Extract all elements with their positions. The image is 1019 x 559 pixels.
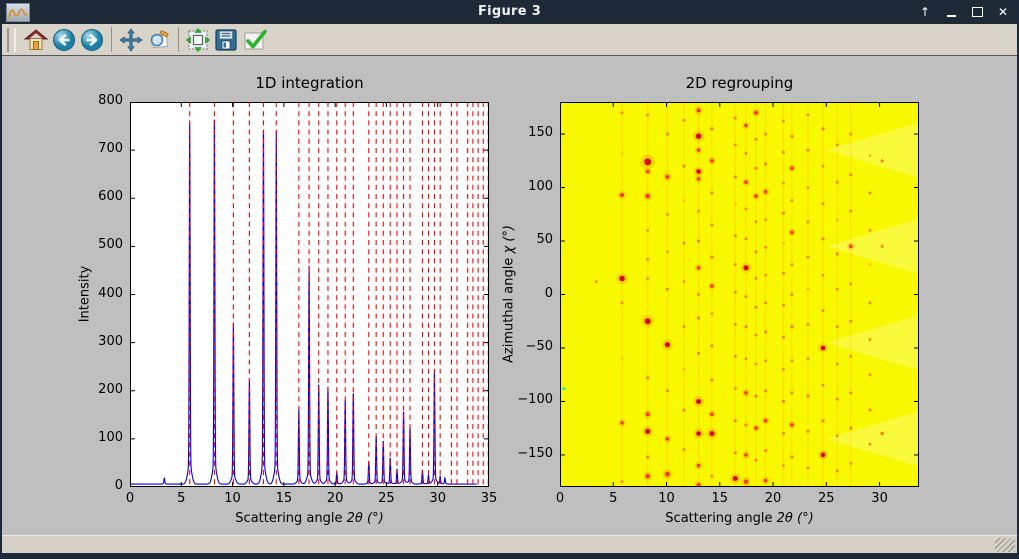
back-icon xyxy=(52,28,76,52)
x-tick-label: 35 xyxy=(481,491,498,506)
figure-canvas[interactable]: 1D integration Scattering angle 2θ (°) I… xyxy=(2,56,1017,535)
y-tick-label: 0 xyxy=(498,286,553,301)
window-controls: ↑ ✕ xyxy=(917,0,1011,24)
window-title: Figure 3 xyxy=(0,0,1019,24)
plot2-xlabel: Scattering angle 2θ (°) xyxy=(560,511,919,526)
y-tick-label: −50 xyxy=(498,339,553,354)
plot2-canvas[interactable] xyxy=(560,102,919,487)
save-icon xyxy=(214,28,238,52)
x-tick-label: 10 xyxy=(224,491,241,506)
x-tick-label: 30 xyxy=(429,491,446,506)
window-border-bottom xyxy=(0,553,1019,559)
y-tick-label: 0 xyxy=(68,478,123,493)
y-tick-label: 400 xyxy=(68,286,123,301)
pan-button[interactable] xyxy=(117,26,145,54)
matplotlib-toolbar xyxy=(2,24,1017,56)
zoom-icon xyxy=(147,28,171,52)
toolbar-separator xyxy=(111,27,112,52)
home-button[interactable] xyxy=(22,26,50,54)
y-tick-label: 800 xyxy=(68,93,123,108)
plot1-canvas[interactable] xyxy=(130,102,489,487)
forward-icon xyxy=(80,28,104,52)
figure-window: Figure 3 ↑ ✕ xyxy=(0,0,1019,559)
y-tick-label: 600 xyxy=(68,189,123,204)
x-tick-label: 30 xyxy=(871,491,888,506)
status-strip xyxy=(2,535,1017,554)
accept-button[interactable] xyxy=(240,26,268,54)
y-tick-label: −150 xyxy=(498,446,553,461)
y-tick-label: 50 xyxy=(498,232,553,247)
x-tick-label: 5 xyxy=(177,491,185,506)
window-border-left xyxy=(0,0,2,559)
toolbar-grip[interactable] xyxy=(7,28,16,52)
close-icon[interactable]: ✕ xyxy=(995,4,1011,20)
x-tick-label: 25 xyxy=(818,491,835,506)
toolbar-separator xyxy=(178,27,179,52)
plot-2d-regrouping[interactable]: 2D regrouping Scattering angle 2θ (°) Az… xyxy=(560,102,919,487)
x-tick-label: 0 xyxy=(126,491,134,506)
home-icon xyxy=(24,28,48,52)
y-tick-label: 500 xyxy=(68,237,123,252)
y-tick-label: 200 xyxy=(68,382,123,397)
forward-button[interactable] xyxy=(78,26,106,54)
x-tick-label: 20 xyxy=(765,491,782,506)
y-tick-label: 100 xyxy=(498,179,553,194)
plot2-title: 2D regrouping xyxy=(560,74,919,92)
subplots-button[interactable] xyxy=(184,26,212,54)
zoom-button[interactable] xyxy=(145,26,173,54)
pan-icon xyxy=(119,28,143,52)
y-tick-label: 100 xyxy=(68,430,123,445)
minimize-icon[interactable] xyxy=(943,4,959,20)
x-tick-label: 10 xyxy=(658,491,675,506)
plot1-xlabel: Scattering angle 2θ (°) xyxy=(130,511,489,526)
x-tick-label: 15 xyxy=(712,491,729,506)
shade-icon[interactable]: ↑ xyxy=(917,4,933,20)
x-tick-label: 5 xyxy=(609,491,617,506)
subplots-icon xyxy=(186,28,210,52)
x-tick-label: 15 xyxy=(276,491,293,506)
y-tick-label: 700 xyxy=(68,141,123,156)
plot1-title: 1D integration xyxy=(130,74,489,92)
maximize-icon[interactable] xyxy=(969,4,985,20)
plot-1d-integration[interactable]: 1D integration Scattering angle 2θ (°) I… xyxy=(130,102,489,487)
y-tick-label: −100 xyxy=(498,392,553,407)
back-button[interactable] xyxy=(50,26,78,54)
checkmark-icon xyxy=(241,28,267,52)
y-tick-label: 300 xyxy=(68,334,123,349)
resize-grip[interactable] xyxy=(995,538,1015,552)
save-button[interactable] xyxy=(212,26,240,54)
title-bar[interactable]: Figure 3 ↑ ✕ xyxy=(0,0,1019,24)
y-tick-label: 150 xyxy=(498,125,553,140)
x-tick-label: 0 xyxy=(556,491,564,506)
x-tick-label: 20 xyxy=(327,491,344,506)
x-tick-label: 25 xyxy=(378,491,395,506)
